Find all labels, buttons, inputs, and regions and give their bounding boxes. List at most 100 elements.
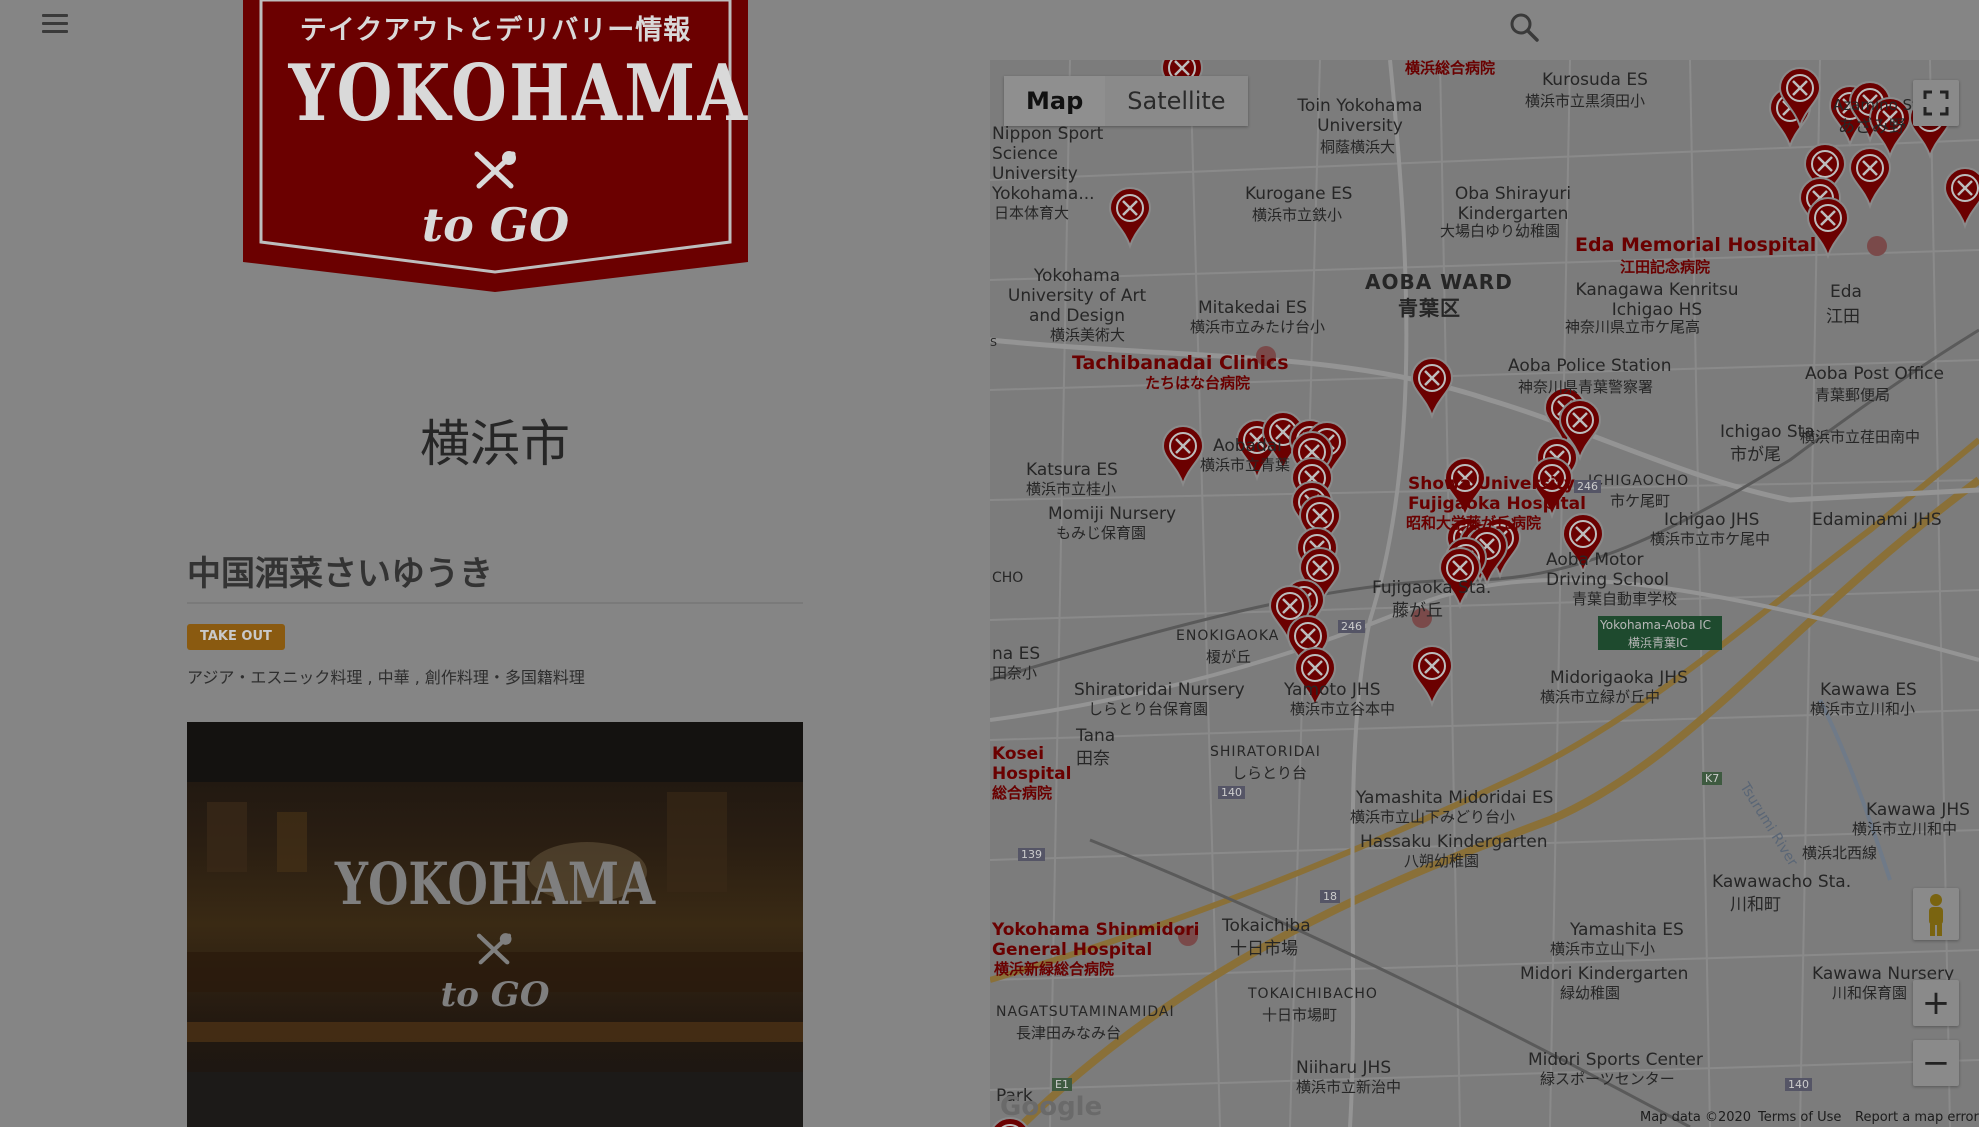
logo-top-text: テイクアウトとデリバリー情報 — [299, 15, 692, 46]
map-label: 横浜市立みたけ台小 — [1190, 318, 1326, 336]
map-label: 市ケ尾町 — [1610, 492, 1671, 510]
zoom-out-button[interactable]: − — [1913, 1040, 1959, 1086]
restaurant-map-pin[interactable] — [1410, 645, 1454, 708]
photo-fork-knife-icon — [474, 932, 514, 970]
map-label: Yokohama-Aoba IC — [1600, 618, 1712, 632]
map-label: Kurosuda ES — [1542, 70, 1648, 90]
map-label: 市が尾 — [1730, 445, 1781, 465]
zoom-in-button[interactable]: + — [1913, 980, 1959, 1026]
map-type-satellite-button[interactable]: Satellite — [1105, 76, 1247, 126]
map-type-map-button[interactable]: Map — [1004, 76, 1106, 126]
map-label: 昭和大学藤が丘病院 — [1406, 514, 1542, 532]
map-label: 横浜市立山下小 — [1550, 940, 1656, 958]
map-label: Tana — [1076, 726, 1116, 746]
restaurant-map-pin[interactable] — [1108, 187, 1152, 250]
photo-overlay-main: YOKOHAMA — [334, 850, 656, 918]
route-shield: 18 — [1320, 890, 1340, 903]
map-label: 横浜市立市ケ尾中 — [1650, 530, 1771, 548]
shop-title[interactable]: 中国酒菜さいゆうき — [187, 546, 493, 595]
map-label: 横浜総合病院 — [1405, 60, 1496, 77]
street-view-pegman-icon[interactable] — [1913, 888, 1959, 940]
map-label: しらとり台 — [1232, 764, 1308, 782]
fullscreen-icon[interactable] — [1913, 80, 1959, 126]
map-label: 横浜市立緑が丘中 — [1540, 688, 1661, 706]
map-label: 横浜市立荏田南中 — [1800, 428, 1921, 446]
map-label: Oba Shirayuri Kindergarten — [1454, 184, 1572, 224]
map-label: 青葉自動車学校 — [1572, 590, 1678, 608]
photo-overlay-sub: to GO — [440, 975, 550, 1015]
map-label: Yamashita Midoridai ES — [1356, 788, 1554, 808]
map-label: Aoba Motor Driving School — [1546, 550, 1669, 590]
map-label: 大場白ゆり幼稚園 — [1440, 222, 1561, 240]
map-label: 総合病院 — [992, 784, 1053, 802]
map-label: 川和町 — [1730, 895, 1781, 915]
map-label: Yamashita ES — [1570, 920, 1684, 940]
report-map-error-link[interactable]: Report a map error — [1855, 1110, 1979, 1125]
search-icon[interactable] — [1507, 10, 1541, 44]
map-label: SHIRATORIDAI — [1210, 744, 1321, 760]
map-label: Kawawa ES — [1820, 680, 1917, 700]
google-map[interactable]: 横浜総合病院 Kurosuda ES 横浜市立黒須田小 Toin Yokoham… — [990, 60, 1979, 1127]
map-label: Yokohama University of Art and Design — [1007, 266, 1147, 326]
map-label: 横浜美術大 — [1050, 326, 1126, 344]
city-heading: 横浜市 — [420, 415, 570, 473]
map-label: Midori Kindergarten — [1520, 964, 1689, 984]
google-logo[interactable]: Google — [1000, 1092, 1102, 1122]
map-label: na ES — [992, 644, 1041, 664]
map-label: 桐蔭横浜大 — [1320, 138, 1396, 156]
restaurant-map-pin[interactable] — [1848, 147, 1892, 210]
map-label: Kurogane ES — [1245, 184, 1353, 204]
map-label: Midori Sports Center — [1528, 1050, 1703, 1070]
route-shield: S — [990, 336, 997, 349]
hospital-poi-icon[interactable] — [1867, 236, 1887, 256]
map-label: 緑スポーツセンター — [1540, 1070, 1675, 1088]
map-label: Kawawa JHS — [1866, 800, 1970, 820]
terms-of-use-link[interactable]: Terms of Use — [1758, 1110, 1841, 1125]
map-label: Niiharu JHS — [1296, 1058, 1392, 1078]
map-label: Eda — [1830, 282, 1862, 302]
map-label: NAGATSUTAMINAMIDAI — [996, 1004, 1175, 1020]
map-label: 十日市場町 — [1262, 1006, 1338, 1024]
map-label: Nippon Sport Science University Yokohama… — [992, 124, 1104, 204]
route-shield: E1 — [1052, 1078, 1072, 1091]
map-label: 横浜市立青葉 — [1200, 456, 1291, 474]
title-divider — [187, 602, 803, 604]
map-label: たちはな台病院 — [1145, 374, 1251, 392]
shop-photo[interactable] — [187, 722, 803, 1127]
restaurant-map-pin[interactable] — [1943, 167, 1979, 230]
logo-sub-text: to GO — [421, 198, 570, 252]
map-label: Fujigaoka Sta. — [1372, 578, 1492, 598]
map-label: Shiratoridai Nursery — [1074, 680, 1245, 700]
map-label: 横浜市立鉄小 — [1252, 206, 1343, 224]
map-label: 日本体育大 — [994, 204, 1070, 222]
map-label: 神奈川県青葉警察署 — [1518, 378, 1654, 396]
map-label: 横浜市立桂小 — [1026, 480, 1117, 498]
cuisine-tags[interactable]: アジア・エスニック料理 , 中華 , 創作料理・多国籍料理 — [187, 664, 585, 688]
route-shield: 140 — [1218, 786, 1245, 799]
map-label: Kanagawa Kenritsu Ichigao HS — [1575, 280, 1739, 320]
map-label: Yokohama Shinmidori General Hospital — [992, 920, 1200, 960]
map-label: 田奈小 — [992, 664, 1038, 682]
map-label: 横浜市立谷本中 — [1290, 700, 1396, 718]
hamburger-menu-icon[interactable] — [42, 14, 68, 34]
route-shield: K7 — [1702, 772, 1723, 785]
map-label: 横浜新緑総合病院 — [994, 960, 1115, 978]
map-label: Tokaichiba — [1222, 916, 1311, 936]
map-label: 緑幼稚園 — [1560, 984, 1621, 1002]
map-label: 横浜市立黒須田小 — [1525, 92, 1646, 110]
map-label: 江田記念病院 — [1620, 258, 1711, 276]
map-label: 八朔幼稚園 — [1404, 852, 1480, 870]
map-label: Yamoto JHS — [1284, 680, 1381, 700]
map-label: 青葉郵便局 — [1815, 386, 1891, 404]
restaurant-map-pin[interactable] — [1161, 425, 1205, 488]
route-shield: 139 — [1018, 848, 1045, 861]
map-label: 田奈 — [1076, 749, 1110, 769]
map-label: TOKAICHIBACHO — [1248, 986, 1378, 1002]
map-label: 長津田みなみ台 — [1016, 1024, 1122, 1042]
map-label: 横浜市立山下みどり台小 — [1350, 808, 1516, 826]
map-label: AOBA WARD — [1365, 270, 1513, 294]
map-label: 横浜北西線 — [1802, 844, 1878, 862]
map-label: Momiji Nursery — [1048, 504, 1177, 524]
map-label: CHO — [992, 570, 1024, 586]
map-label: Aoba Police Station — [1508, 356, 1672, 376]
